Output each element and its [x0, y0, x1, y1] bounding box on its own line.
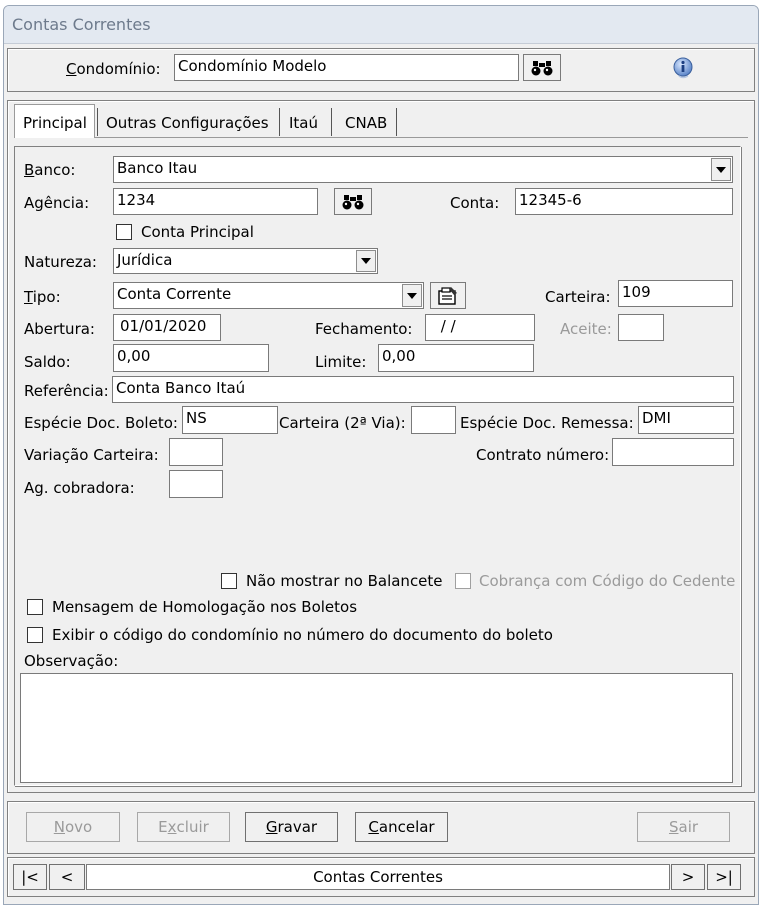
nav-next-button[interactable]: > [671, 864, 705, 890]
nav-label: Contas Correntes [313, 868, 443, 886]
carteira-input[interactable]: 109 [618, 280, 733, 307]
exibir-label: Exibir o código do condomínio no número … [52, 626, 553, 644]
excluir-button[interactable]: Ex cluir [137, 812, 230, 842]
referencia-label: Referência: [24, 382, 109, 400]
cancelar-button[interactable]: Cancelar [355, 812, 448, 842]
carteira2-label: Carteira (2ª Via): [279, 414, 406, 432]
tipo-label: Tipo: [24, 288, 61, 306]
excluir-button-rest: cluir [176, 818, 209, 836]
tab-principal-label: Principal [23, 114, 87, 132]
condominio-label-text: ondomínio: [76, 60, 161, 78]
observacao-label: Observação: [24, 652, 119, 670]
mensagem-checkbox[interactable] [27, 599, 43, 615]
ag-cobradora-input[interactable] [169, 470, 223, 498]
tab-separator [97, 108, 98, 136]
form-edit-icon [438, 286, 457, 305]
condominio-input[interactable]: Condomínio Modelo [174, 54, 519, 81]
agencia-search-button[interactable] [334, 188, 372, 215]
agencia-label: Agência: [24, 194, 90, 212]
carteira2-input[interactable] [411, 406, 456, 434]
contrato-label: Contrato número: [476, 446, 610, 464]
abertura-value: 01/01/2020 [120, 317, 207, 335]
binoculars-icon [531, 60, 553, 75]
fechamento-label: Fechamento: [315, 320, 413, 338]
saldo-input[interactable]: 0,00 [113, 344, 269, 372]
cobranca-label: Cobrança com Código do Cedente [479, 572, 736, 590]
natureza-label: Natureza: [24, 253, 97, 271]
sair-button-rest: air [678, 818, 699, 836]
variacao-label: Variação Carteira: [24, 446, 159, 464]
sair-button[interactable]: Sair [637, 812, 730, 842]
tipo-select-value: Conta Corrente [117, 285, 232, 303]
conta-label: Conta: [450, 194, 500, 212]
tab-strip-line [14, 137, 748, 138]
cancelar-button-rest: ancelar [378, 818, 435, 836]
especie-boleto-input[interactable]: NS [182, 406, 278, 434]
nav-prev-button[interactable]: < [49, 864, 85, 890]
observacao-textarea[interactable] [20, 673, 733, 783]
banco-label: Banco: [24, 161, 76, 179]
agencia-input[interactable]: 1234 [113, 188, 318, 215]
tab-itau[interactable]: Itaú [289, 116, 318, 131]
aceite-label: Aceite: [560, 320, 612, 338]
mensagem-label: Mensagem de Homologação nos Boletos [52, 598, 358, 616]
tipo-edit-button[interactable] [430, 282, 466, 309]
condominio-search-button[interactable] [523, 54, 561, 81]
tab-separator [396, 108, 397, 136]
conta-principal-checkbox[interactable] [116, 224, 132, 240]
conta-input[interactable]: 12345-6 [515, 188, 733, 215]
especie-boleto-label: Espécie Doc. Boleto: [24, 414, 178, 432]
chevron-down-icon[interactable] [711, 158, 731, 181]
tab-cnab[interactable]: CNAB [345, 116, 387, 131]
fechamento-value: / / [436, 317, 456, 335]
banco-select-value: Banco Itau [117, 159, 198, 177]
contrato-input[interactable] [612, 438, 734, 466]
condominio-label: Condomínio: [66, 60, 161, 78]
abertura-input[interactable]: 01/01/2020 [113, 314, 221, 341]
limite-label: Limite: [315, 353, 367, 371]
fechamento-input[interactable]: / / [425, 314, 535, 341]
natureza-select-value: Jurídica [117, 251, 173, 269]
variacao-input[interactable] [169, 438, 223, 466]
aceite-input[interactable] [618, 314, 664, 341]
ag-cobradora-label: Ag. cobradora: [24, 479, 135, 497]
nav-last-button[interactable]: >| [707, 864, 741, 890]
nav-first-button[interactable]: |< [13, 864, 47, 890]
chevron-down-icon[interactable] [402, 284, 422, 307]
window-title: Contas Correntes [12, 15, 151, 34]
carteira-label: Carteira: [545, 288, 611, 306]
nav-label-box: Contas Correntes [86, 864, 670, 890]
conta-principal-label: Conta Principal [141, 223, 254, 241]
exibir-checkbox[interactable] [27, 627, 43, 643]
novo-button[interactable]: Novo [26, 812, 120, 842]
tab-outras-configuracoes[interactable]: Outras Configurações [106, 116, 269, 131]
especie-remessa-input[interactable]: DMI [638, 406, 734, 434]
banco-select[interactable]: Banco Itau [113, 156, 733, 183]
gravar-button[interactable]: Gravar [245, 812, 338, 842]
nao-mostrar-label: Não mostrar no Balancete [246, 572, 443, 590]
info-icon[interactable] [672, 56, 696, 80]
abertura-label: Abertura: [24, 320, 95, 338]
referencia-input[interactable]: Conta Banco Itaú [112, 376, 734, 403]
nao-mostrar-checkbox[interactable] [221, 573, 237, 589]
tab-separator [331, 108, 332, 136]
binoculars-icon [342, 194, 364, 209]
tab-separator [279, 108, 280, 136]
natureza-select[interactable]: Jurídica [113, 248, 378, 274]
especie-remessa-label: Espécie Doc. Remessa: [460, 414, 634, 432]
saldo-label: Saldo: [24, 353, 71, 371]
gravar-button-rest: ravar [277, 818, 318, 836]
chevron-down-icon[interactable] [356, 250, 376, 272]
cobranca-checkbox[interactable] [455, 573, 471, 589]
novo-button-rest: ovo [65, 818, 93, 836]
limite-input[interactable]: 0,00 [378, 344, 534, 372]
tipo-select[interactable]: Conta Corrente [113, 282, 424, 309]
